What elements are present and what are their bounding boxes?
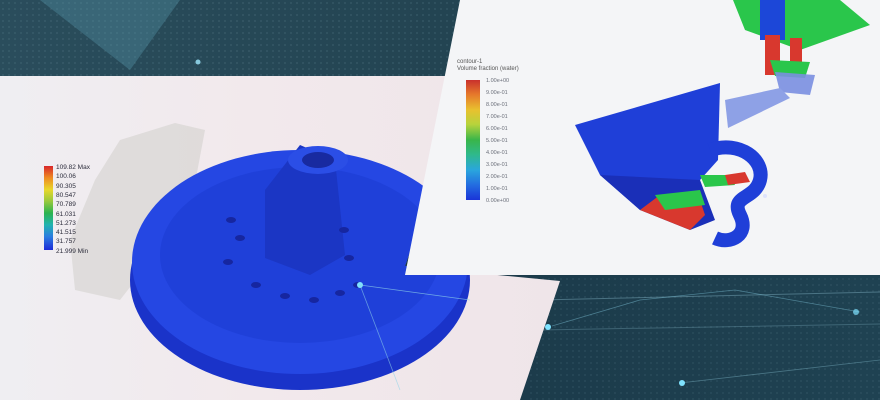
legend-label: 6.00e-01 — [486, 126, 508, 132]
legend-label: 2.00e-01 — [486, 174, 508, 180]
volume-fraction-color-bar — [466, 80, 480, 200]
legend-label: 3.00e-01 — [486, 162, 508, 168]
legend-label: 0.00e+00 — [486, 198, 510, 204]
legend-label: 7.00e-01 — [486, 114, 508, 120]
legend-label: 31.757 — [56, 238, 76, 246]
legend-label: 100.06 — [56, 173, 76, 181]
legend-title-line: contour-1 — [457, 59, 483, 65]
legend-label: 90.305 — [56, 182, 76, 190]
legend-title-line: Volume fraction (water) — [457, 66, 519, 72]
legend-label: 51.273 — [56, 219, 76, 227]
legend-label: 4.00e-01 — [486, 150, 508, 156]
legend-label: 9.00e-01 — [486, 90, 508, 96]
legend-label: 1.00e+00 — [486, 78, 510, 84]
legend-label: 80.547 — [56, 191, 76, 199]
legend-label: 5.00e-01 — [486, 138, 508, 144]
legend-label: 8.00e-01 — [486, 102, 508, 108]
legend-label: 1.00e-01 — [486, 186, 508, 192]
legend-label: 109.82 Max — [56, 164, 90, 171]
volume-fraction-legend-title: contour-1 Volume fraction (water) — [457, 59, 519, 73]
legend-label: 41.515 — [56, 229, 76, 237]
legend-label: 70.789 — [56, 201, 76, 209]
legend-label: 61.031 — [56, 210, 76, 218]
temperature-color-bar — [44, 166, 53, 250]
legend-label: 21.999 Min — [56, 247, 89, 255]
